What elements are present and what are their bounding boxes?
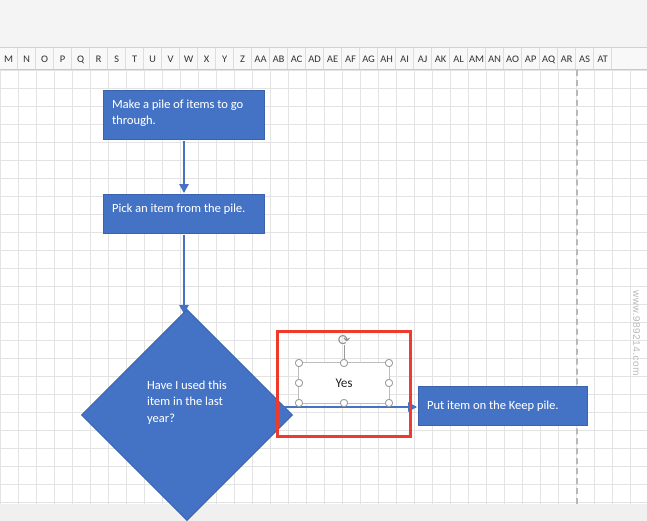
column-header-cell[interactable]: AN xyxy=(486,48,504,69)
column-header-cell[interactable]: AK xyxy=(432,48,450,69)
rotate-handle-icon[interactable]: ⟳ xyxy=(336,333,352,349)
textbox-yes-label[interactable]: Yes ⟳ xyxy=(298,362,390,404)
shape-text: Make a pile of items to go through. xyxy=(112,97,256,128)
column-headers[interactable]: MNOPQRSTUVWXYZAAABACADAEAFAGAHAIAJAKALAM… xyxy=(0,48,647,70)
flowchart-process-pick-item[interactable]: Pick an item from the pile. xyxy=(103,194,265,234)
resize-handle-bottom-right[interactable] xyxy=(385,399,393,407)
column-header-cell[interactable]: U xyxy=(144,48,162,69)
column-header-cell[interactable]: R xyxy=(90,48,108,69)
flowchart-process-make-pile[interactable]: Make a pile of items to go through. xyxy=(103,90,265,140)
column-header-cell[interactable]: AS xyxy=(576,48,594,69)
shape-text: Pick an item from the pile. xyxy=(112,201,245,217)
column-header-cell[interactable]: Z xyxy=(234,48,252,69)
column-header-cell[interactable]: AR xyxy=(558,48,576,69)
resize-handle-top-right[interactable] xyxy=(385,359,393,367)
column-header-cell[interactable]: AA xyxy=(252,48,270,69)
column-header-cell[interactable]: AT xyxy=(594,48,612,69)
resize-handle-middle-left[interactable] xyxy=(295,379,303,387)
connector-arrow-2[interactable] xyxy=(183,235,185,313)
column-header-cell[interactable]: AI xyxy=(396,48,414,69)
flowchart-decision-used-item[interactable] xyxy=(81,309,293,521)
column-header-cell[interactable]: X xyxy=(198,48,216,69)
column-header-cell[interactable]: AB xyxy=(270,48,288,69)
column-header-cell[interactable]: AQ xyxy=(540,48,558,69)
shape-text: Put item on the Keep pile. xyxy=(427,398,559,414)
page-break-line xyxy=(576,70,578,504)
column-header-cell[interactable]: AJ xyxy=(414,48,432,69)
column-header-cell[interactable]: S xyxy=(108,48,126,69)
resize-handle-bottom-left[interactable] xyxy=(295,399,303,407)
column-header-cell[interactable]: AO xyxy=(504,48,522,69)
resize-handle-middle-right[interactable] xyxy=(385,379,393,387)
column-header-cell[interactable]: W xyxy=(180,48,198,69)
resize-handle-top-middle[interactable] xyxy=(340,359,348,367)
column-header-cell[interactable]: AE xyxy=(324,48,342,69)
column-header-cell[interactable]: AM xyxy=(468,48,486,69)
column-header-cell[interactable]: AC xyxy=(288,48,306,69)
column-header-cell[interactable]: AF xyxy=(342,48,360,69)
column-header-cell[interactable]: AP xyxy=(522,48,540,69)
column-header-cell[interactable]: N xyxy=(18,48,36,69)
column-header-cell[interactable]: Q xyxy=(72,48,90,69)
column-header-cell[interactable]: M xyxy=(0,48,18,69)
column-header-cell[interactable]: AH xyxy=(378,48,396,69)
flowchart-process-keep-pile[interactable]: Put item on the Keep pile. xyxy=(418,386,588,426)
connector-arrow-1[interactable] xyxy=(183,141,185,192)
column-header-cell[interactable]: P xyxy=(54,48,72,69)
connector-arrow-yes[interactable] xyxy=(260,406,416,408)
ribbon-area xyxy=(0,0,647,48)
resize-handle-bottom-middle[interactable] xyxy=(340,399,348,407)
column-header-cell[interactable]: AG xyxy=(360,48,378,69)
column-header-cell[interactable]: V xyxy=(162,48,180,69)
column-header-cell[interactable]: AD xyxy=(306,48,324,69)
column-header-cell[interactable]: T xyxy=(126,48,144,69)
resize-handle-top-left[interactable] xyxy=(295,359,303,367)
watermark-text: www.989214.com xyxy=(630,290,641,376)
textbox-text: Yes xyxy=(336,376,353,391)
column-header-cell[interactable]: O xyxy=(36,48,54,69)
column-header-cell[interactable]: AL xyxy=(450,48,468,69)
column-header-cell[interactable]: Y xyxy=(216,48,234,69)
worksheet-grid[interactable]: www.989214.com Make a pile of items to g… xyxy=(0,70,647,504)
